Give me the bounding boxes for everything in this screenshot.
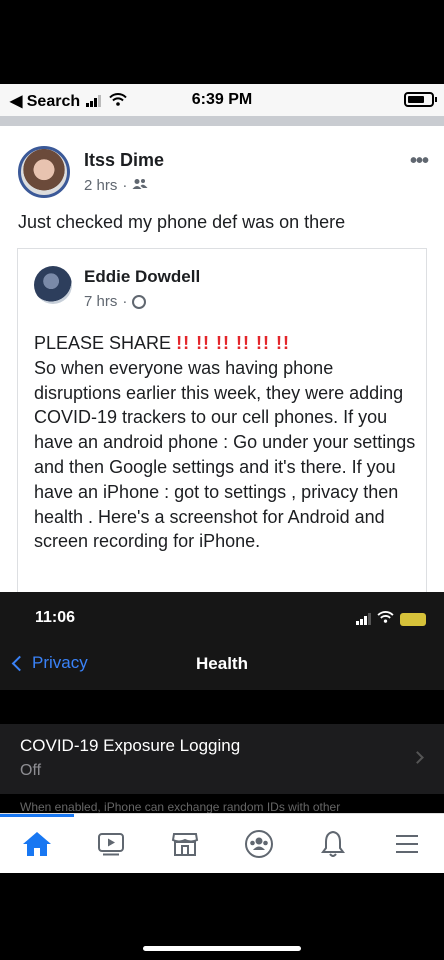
setting-value: Off — [20, 762, 42, 779]
menu-icon — [396, 835, 418, 853]
tab-menu[interactable] — [370, 814, 444, 874]
bottom-tab-bar — [0, 813, 444, 873]
post-card: Itss Dime 2 hrs · ••• Just checked my ph… — [0, 126, 444, 598]
exclamation-marks: !! !! !! !! !! !! — [176, 333, 291, 353]
ios-section-gap — [0, 690, 444, 724]
tab-groups[interactable] — [222, 814, 296, 874]
more-options-icon[interactable]: ••• — [410, 150, 429, 173]
shared-author-avatar[interactable] — [34, 266, 72, 304]
video-icon — [98, 833, 124, 856]
feed-divider — [0, 116, 444, 126]
ios-wifi-icon — [377, 610, 394, 628]
home-icon — [23, 832, 51, 856]
shared-post-meta: 7 hrs · — [84, 293, 147, 310]
status-bar: ◀ Search 6:39 PM — [0, 84, 444, 116]
tab-marketplace[interactable] — [148, 814, 222, 874]
post-timestamp[interactable]: 2 hrs — [84, 177, 117, 194]
home-indicator[interactable] — [143, 946, 301, 951]
active-tab-indicator — [0, 814, 74, 817]
chevron-right-icon — [411, 751, 424, 764]
post-author-name[interactable]: Itss Dime — [84, 150, 164, 171]
setting-label: COVID-19 Exposure Logging — [20, 736, 241, 755]
top-black-bar — [0, 0, 444, 84]
globe-icon — [132, 294, 147, 309]
ios-battery-icon — [400, 612, 426, 626]
tab-home[interactable] — [0, 814, 74, 874]
ios-nav-bar: Privacy Health — [0, 640, 444, 690]
tab-notifications[interactable] — [296, 814, 370, 874]
ios-status-bar: 11:06 — [0, 592, 444, 640]
marketplace-icon — [171, 833, 199, 856]
shared-post[interactable]: Eddie Dowdell 7 hrs · PLEASE SHARE !! !!… — [17, 248, 427, 598]
shared-post-text: So when everyone was having phone disrup… — [34, 357, 416, 552]
shared-author-name[interactable]: Eddie Dowdell — [84, 267, 200, 287]
author-avatar[interactable] — [18, 146, 70, 198]
please-share-text: PLEASE SHARE — [34, 333, 172, 353]
ios-status-icons — [354, 610, 426, 628]
ios-nav-title: Health — [196, 654, 248, 673]
shared-meta-dot: · — [122, 293, 128, 310]
friends-icon — [132, 177, 148, 194]
shared-post-body: PLEASE SHARE !! !! !! !! !! !! So when e… — [34, 331, 418, 554]
post-meta: 2 hrs · — [84, 177, 148, 194]
ios-status-time: 11:06 — [35, 609, 76, 626]
ios-signal-icon — [356, 613, 371, 625]
status-time: 6:39 PM — [191, 91, 253, 108]
post-text: Just checked my phone def was on there — [18, 212, 346, 232]
shared-post-timestamp[interactable]: 7 hrs — [84, 293, 117, 310]
battery-icon — [404, 92, 437, 107]
groups-icon — [245, 830, 273, 858]
tab-watch[interactable] — [74, 814, 148, 874]
exposure-logging-row[interactable]: COVID-19 Exposure Logging Off — [0, 724, 444, 794]
bell-icon — [321, 830, 345, 857]
meta-dot: · — [122, 177, 128, 194]
setting-footnote: When enabled, iPhone can exchange random… — [0, 794, 444, 814]
